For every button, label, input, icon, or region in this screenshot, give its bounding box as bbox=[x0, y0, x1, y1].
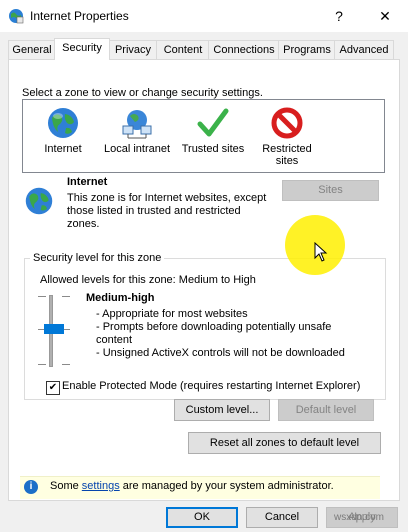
info-icon: i bbox=[24, 480, 38, 494]
zone-item-restricted-sites[interactable]: Restricted sites bbox=[259, 100, 315, 167]
sites-button[interactable]: Sites bbox=[282, 180, 379, 201]
zone-list: Internet Local intranet Trusted sites Re… bbox=[22, 99, 385, 173]
tab-advanced[interactable]: Advanced bbox=[334, 40, 394, 59]
level-bullet: - Unsigned ActiveX controls will not be … bbox=[96, 347, 345, 359]
reset-all-zones-button[interactable]: Reset all zones to default level bbox=[188, 432, 381, 454]
admin-notice-suffix: are managed by your system administrator… bbox=[119, 480, 334, 492]
level-bullet: - Appropriate for most websites bbox=[96, 308, 248, 320]
selected-zone-name: Internet bbox=[67, 176, 108, 188]
zone-item-internet[interactable]: Internet bbox=[23, 100, 103, 155]
zone-label-local-intranet: Local intranet bbox=[103, 143, 171, 155]
watermark: wsxdn.com bbox=[334, 512, 385, 523]
protected-mode-checkbox[interactable]: ✔ bbox=[46, 381, 60, 395]
admin-notice-prefix: Some bbox=[50, 480, 82, 492]
window-title: Internet Properties bbox=[30, 9, 129, 23]
tab-strip: General Security Privacy Content Connect… bbox=[8, 38, 400, 60]
settings-link[interactable]: settings bbox=[82, 480, 120, 492]
zone-item-trusted-sites[interactable]: Trusted sites bbox=[171, 100, 255, 155]
zone-item-local-intranet[interactable]: Local intranet bbox=[95, 100, 179, 155]
zone-label-restricted-sites: Restricted sites bbox=[262, 143, 312, 167]
checkmark-icon: ✔ bbox=[48, 382, 58, 393]
slider-tick bbox=[38, 364, 46, 365]
admin-notice-text: Some settings are managed by your system… bbox=[50, 480, 334, 492]
security-slider-thumb[interactable] bbox=[44, 324, 64, 334]
security-level-name: Medium-high bbox=[86, 292, 155, 304]
cancel-button[interactable]: Cancel bbox=[246, 507, 318, 528]
tab-privacy[interactable]: Privacy bbox=[108, 40, 158, 59]
zone-prompt: Select a zone to view or change security… bbox=[22, 87, 263, 99]
security-level-description: - Appropriate for most websites - Prompt… bbox=[96, 308, 366, 360]
close-button[interactable]: ✕ bbox=[362, 0, 408, 32]
default-level-button[interactable]: Default level bbox=[278, 399, 374, 421]
allowed-levels-text: Allowed levels for this zone: Medium to … bbox=[40, 274, 256, 286]
tab-programs[interactable]: Programs bbox=[278, 40, 336, 59]
selected-zone-description: This zone is for Internet websites, exce… bbox=[67, 192, 267, 230]
slider-tick bbox=[62, 364, 70, 365]
protected-mode-label[interactable]: Enable Protected Mode (requires restarti… bbox=[62, 380, 360, 392]
custom-level-button[interactable]: Custom level... bbox=[174, 399, 270, 421]
zone-label-trusted-sites: Trusted sites bbox=[181, 143, 245, 155]
internet-options-icon bbox=[9, 9, 24, 24]
slider-tick bbox=[38, 296, 46, 297]
slider-tick bbox=[62, 296, 70, 297]
zone-label-internet: Internet bbox=[44, 143, 82, 155]
tab-security[interactable]: Security bbox=[54, 38, 110, 60]
tab-connections[interactable]: Connections bbox=[208, 40, 280, 59]
ok-button[interactable]: OK bbox=[166, 507, 238, 528]
level-bullet: - Prompts before downloading potentially… bbox=[96, 321, 332, 346]
checkmark-icon bbox=[197, 108, 229, 137]
mouse-pointer-icon bbox=[314, 242, 328, 262]
selected-zone-globe-icon bbox=[25, 187, 53, 215]
network-icon bbox=[122, 110, 152, 139]
help-button[interactable]: ? bbox=[316, 0, 362, 32]
close-icon: ✕ bbox=[379, 7, 391, 24]
tab-general[interactable]: General bbox=[8, 40, 56, 59]
help-glyph: ? bbox=[335, 8, 343, 24]
tab-content[interactable]: Content bbox=[156, 40, 210, 59]
security-level-title: Security level for this zone bbox=[30, 252, 165, 264]
prohibited-icon bbox=[271, 107, 303, 139]
globe-icon bbox=[48, 108, 78, 138]
